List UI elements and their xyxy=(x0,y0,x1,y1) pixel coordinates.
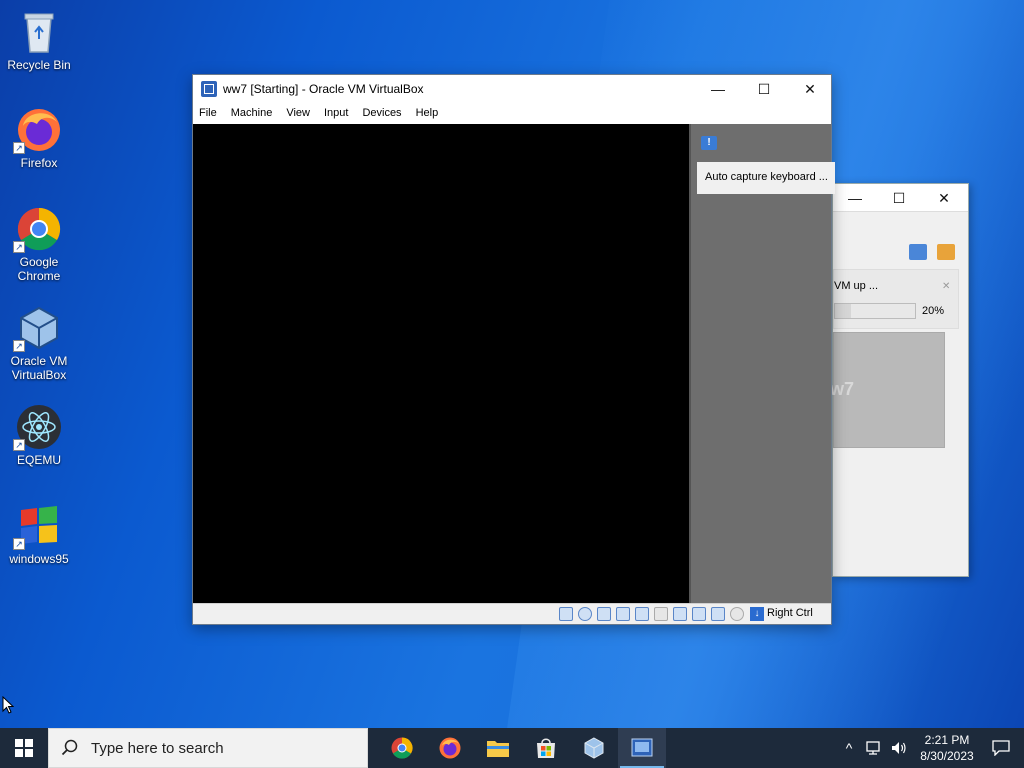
mouse-cursor-icon xyxy=(2,696,14,714)
maximize-button[interactable]: ☐ xyxy=(877,184,921,212)
windows95-icon: ↗ xyxy=(13,502,63,550)
host-key-arrow-icon[interactable]: ↓ xyxy=(750,607,764,621)
chrome-icon: ↗ xyxy=(13,205,63,253)
host-key-label: Right Ctrl xyxy=(767,607,813,619)
vm-screen[interactable] xyxy=(193,124,689,603)
network-icon[interactable] xyxy=(616,607,630,621)
menu-machine[interactable]: Machine xyxy=(231,107,273,119)
firefox-label: Firefox xyxy=(20,156,58,170)
windows-logo-icon xyxy=(15,739,33,757)
desktop-icon-eqemu[interactable]: ↗ EQEMU xyxy=(1,403,77,467)
close-button[interactable]: ✕ xyxy=(787,75,833,103)
close-button[interactable]: ✕ xyxy=(921,184,967,212)
hard-disk-icon[interactable] xyxy=(559,607,573,621)
virtualbox-progress-window[interactable]: — ☐ ✕ VM up ... ✕ 20% w7 xyxy=(830,183,969,577)
vm-statusbar: ↓ Right Ctrl xyxy=(193,603,831,624)
virtualbox-label: Oracle VM VirtualBox xyxy=(10,354,68,382)
taskbar-search[interactable]: Type here to search xyxy=(48,728,368,768)
system-tray: ^ 2:21 PM 8/30/2023 xyxy=(838,728,1024,768)
refresh-icon[interactable] xyxy=(937,244,955,260)
shortcut-arrow-icon: ↗ xyxy=(13,241,25,253)
taskbar-file-explorer[interactable] xyxy=(474,728,522,768)
operation-text: VM up ... xyxy=(834,280,879,292)
vm-preview: w7 xyxy=(830,332,945,448)
taskbar-virtualbox[interactable] xyxy=(570,728,618,768)
clock-time: 2:21 PM xyxy=(924,733,970,747)
vm-window[interactable]: ww7 [Starting] - Oracle VM VirtualBox — … xyxy=(192,74,835,625)
menu-view[interactable]: View xyxy=(286,107,310,119)
taskbar-vm-ww7[interactable] xyxy=(618,728,666,768)
eqemu-icon: ↗ xyxy=(13,403,63,451)
audio-icon[interactable] xyxy=(597,607,611,621)
shared-folders-icon[interactable] xyxy=(654,607,668,621)
sort-icon[interactable] xyxy=(909,244,927,260)
vm-preview-name: w7 xyxy=(830,379,855,399)
taskbar: Type here to search ^ 2:21 PM 8/30/2023 xyxy=(0,728,1024,768)
cancel-icon[interactable]: ✕ xyxy=(942,282,952,292)
virtualbox-app-icon xyxy=(201,81,217,97)
start-button[interactable] xyxy=(0,728,48,768)
desktop: Recycle Bin ↗ Firefox ↗ Google Chrome ↗ … xyxy=(0,0,1024,728)
search-placeholder: Type here to search xyxy=(91,739,224,757)
progress-panel: VM up ... ✕ 20% xyxy=(833,269,959,329)
network-icon[interactable] xyxy=(864,740,882,756)
minimize-button[interactable]: — xyxy=(695,75,741,103)
recycle-bin-icon xyxy=(15,8,63,56)
menu-input[interactable]: Input xyxy=(324,107,348,119)
usb-icon[interactable] xyxy=(635,607,649,621)
desktop-icon-recycle-bin[interactable]: Recycle Bin xyxy=(1,8,77,72)
notification-center-icon[interactable] xyxy=(992,740,1010,756)
menubar: File Machine View Input Devices Help xyxy=(193,103,831,123)
shortcut-arrow-icon: ↗ xyxy=(13,439,25,451)
clock[interactable]: 2:21 PM 8/30/2023 xyxy=(912,732,982,764)
desktop-icon-google-chrome[interactable]: ↗ Google Chrome xyxy=(1,205,77,283)
desktop-icon-firefox[interactable]: ↗ Firefox xyxy=(1,106,77,170)
chevron-up-icon[interactable]: ^ xyxy=(838,740,860,756)
notification-panel: ! Auto capture keyboard ... xyxy=(689,124,835,603)
mouse-integration-icon[interactable] xyxy=(730,607,744,621)
vm-window-icon xyxy=(631,738,653,757)
folder-icon xyxy=(487,741,509,757)
recording-icon[interactable] xyxy=(692,607,706,621)
volume-icon[interactable] xyxy=(890,740,908,756)
chrome-icon xyxy=(391,737,413,759)
vm-window-title: ww7 [Starting] - Oracle VM VirtualBox xyxy=(223,82,424,96)
eqemu-label: EQEMU xyxy=(16,453,61,467)
notification-icon[interactable]: ! xyxy=(701,136,717,150)
firefox-icon: ↗ xyxy=(13,106,63,154)
display-icon[interactable] xyxy=(673,607,687,621)
desktop-icon-virtualbox[interactable]: ↗ Oracle VM VirtualBox xyxy=(1,304,77,382)
taskbar-chrome[interactable] xyxy=(378,728,426,768)
google-chrome-label: Google Chrome xyxy=(17,255,61,283)
minimize-button[interactable]: — xyxy=(833,184,877,212)
taskbar-firefox[interactable] xyxy=(426,728,474,768)
search-icon xyxy=(61,739,78,756)
progress-bar xyxy=(834,303,916,319)
maximize-button[interactable]: ☐ xyxy=(741,75,787,103)
vm-window-titlebar[interactable]: ww7 [Starting] - Oracle VM VirtualBox — … xyxy=(193,75,831,103)
menu-devices[interactable]: Devices xyxy=(362,107,401,119)
recycle-bin-label: Recycle Bin xyxy=(7,58,71,72)
shortcut-arrow-icon: ↗ xyxy=(13,340,25,352)
notification-message[interactable]: Auto capture keyboard ... xyxy=(697,162,835,194)
optical-drive-icon[interactable] xyxy=(578,607,592,621)
menu-help[interactable]: Help xyxy=(416,107,439,119)
virtualbox-icon xyxy=(584,737,604,759)
progress-window-titlebar[interactable]: — ☐ ✕ xyxy=(833,184,968,212)
shortcut-arrow-icon: ↗ xyxy=(13,538,25,550)
desktop-icon-windows95[interactable]: ↗ windows95 xyxy=(1,502,77,566)
menu-file[interactable]: File xyxy=(199,107,217,119)
progress-bar-fill xyxy=(835,304,851,318)
clock-date: 8/30/2023 xyxy=(920,749,974,763)
firefox-icon xyxy=(439,737,461,759)
store-icon xyxy=(537,738,555,758)
taskbar-store[interactable] xyxy=(522,728,570,768)
shortcut-arrow-icon: ↗ xyxy=(13,142,25,154)
virtualbox-icon: ↗ xyxy=(13,304,63,352)
windows95-label: windows95 xyxy=(9,552,69,566)
progress-percent: 20% xyxy=(922,305,945,317)
cpu-icon[interactable] xyxy=(711,607,725,621)
